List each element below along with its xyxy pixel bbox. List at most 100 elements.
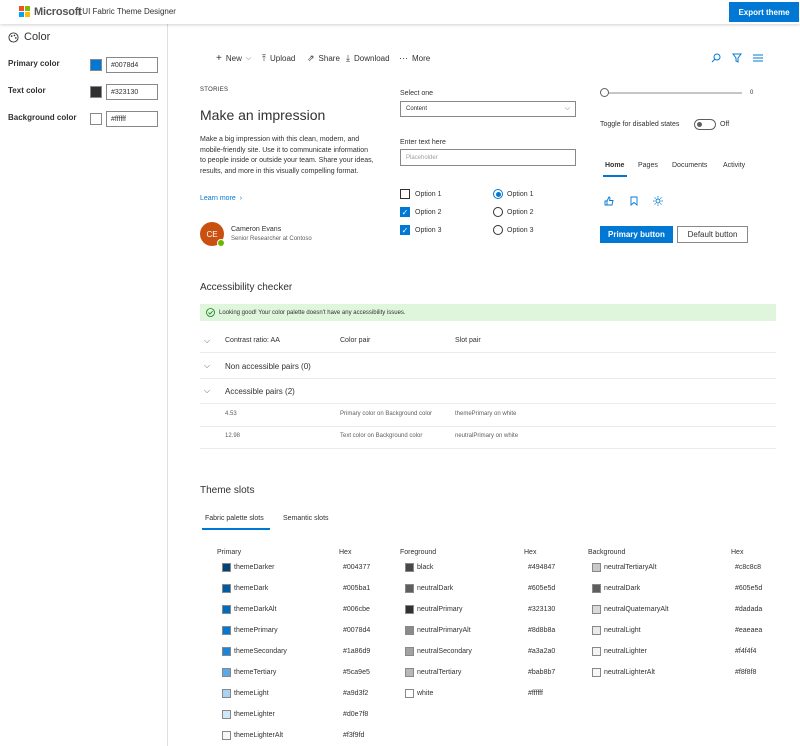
story-body: Make a big impression with this clean, m… xyxy=(200,136,374,175)
checkmark-icon: ✓ xyxy=(401,225,409,235)
background-column-header: Background xyxy=(588,549,626,556)
chevron-down-icon[interactable]: ⌵ xyxy=(204,386,210,396)
text-color-input[interactable]: #323130 xyxy=(106,84,158,100)
upload-icon: ⤒ xyxy=(262,53,266,63)
chevron-down-icon[interactable]: ⌵ xyxy=(204,361,210,371)
tab-semantic-slots[interactable]: Semantic slots xyxy=(283,515,329,522)
slot-hex: #f4f4f4 xyxy=(735,648,757,655)
brightness-icon[interactable] xyxy=(653,196,663,206)
background-color-label: Background color xyxy=(8,113,77,122)
slot-hex: #d0e7f8 xyxy=(343,711,369,718)
divider xyxy=(200,378,776,379)
slider-thumb[interactable] xyxy=(600,88,609,97)
checkmark-icon: ✓ xyxy=(401,207,409,217)
slot-swatch xyxy=(222,626,231,635)
brand-name: Microsoft xyxy=(34,6,82,18)
hamburger-icon[interactable] xyxy=(753,54,763,62)
col-slot-pair[interactable]: Slot pair xyxy=(455,337,481,344)
slot-hex: #eaeaea xyxy=(735,627,763,634)
export-theme-button[interactable]: Export theme xyxy=(729,2,799,22)
text-field-label: Enter text here xyxy=(400,139,446,146)
share-command[interactable]: ⇗ Share xyxy=(307,53,340,64)
slider-track[interactable] xyxy=(604,92,742,94)
slot-name: neutralTertiary xyxy=(417,669,462,676)
slot-swatch xyxy=(222,731,231,740)
radio-option-2[interactable] xyxy=(493,207,503,217)
tab-documents[interactable]: Documents xyxy=(672,162,707,169)
tab-home[interactable]: Home xyxy=(605,162,624,169)
slot-swatch xyxy=(405,668,414,677)
slot-hex: #0078d4 xyxy=(343,627,371,634)
checkbox-option-3[interactable]: ✓ xyxy=(400,225,410,235)
slot-name: neutralQuaternaryAlt xyxy=(604,606,669,613)
slot-swatch xyxy=(405,689,414,698)
text-color-label: Text color xyxy=(8,86,46,95)
download-label: Download xyxy=(353,54,390,63)
radio-option-3[interactable] xyxy=(493,225,503,235)
checkmark-circle-icon xyxy=(206,308,215,317)
slot-name: themeDarkAlt xyxy=(234,606,277,613)
primary-color-input[interactable]: #0078d4 xyxy=(106,57,158,73)
download-command[interactable]: ⤓ Download xyxy=(346,53,390,64)
background-color-swatch[interactable] xyxy=(90,113,102,125)
toggle-state: Off xyxy=(720,121,730,128)
divider xyxy=(200,448,776,449)
divider xyxy=(200,352,776,353)
col-color-pair[interactable]: Color pair xyxy=(340,337,370,344)
tab-pages[interactable]: Pages xyxy=(638,162,658,169)
slot-hex: #dadada xyxy=(735,606,763,613)
filter-icon[interactable] xyxy=(732,53,742,63)
accessibility-title: Accessibility checker xyxy=(200,282,293,293)
learn-more-link[interactable]: Learn more › xyxy=(200,195,242,202)
background-color-input[interactable]: #ffffff xyxy=(106,111,158,127)
row-1-pair: Primary color on Background color xyxy=(340,411,433,417)
search-icon[interactable] xyxy=(711,53,721,63)
primary-color-swatch[interactable] xyxy=(90,59,102,71)
group-accessible[interactable]: Accessible pairs (2) xyxy=(225,387,295,396)
row-1-slot: themePrimary on white xyxy=(455,411,517,417)
tab-home-underline xyxy=(603,175,627,177)
slot-swatch xyxy=(222,584,231,593)
checkbox-option-2[interactable]: ✓ xyxy=(400,207,410,217)
download-icon: ⤓ xyxy=(346,53,350,63)
chevron-down-icon: ⌵ xyxy=(245,54,252,62)
checkbox-option-1[interactable] xyxy=(400,189,410,199)
slot-name: neutralTertiaryAlt xyxy=(604,564,657,571)
primary-color-label: Primary color xyxy=(8,59,60,68)
group-non-accessible[interactable]: Non accessible pairs (0) xyxy=(225,362,311,371)
dropdown-label: Select one xyxy=(400,90,434,97)
slot-swatch xyxy=(592,647,601,656)
select-dropdown[interactable]: Content ⌵ xyxy=(400,101,576,117)
slot-name: white xyxy=(417,690,434,697)
col-contrast-ratio[interactable]: Contrast ratio: AA xyxy=(225,337,280,344)
radio-label-1: Option 1 xyxy=(507,191,534,198)
new-command[interactable]: + New ⌵ xyxy=(216,53,251,64)
slot-hex: #c8c8c8 xyxy=(735,564,762,571)
text-color-swatch[interactable] xyxy=(90,86,102,98)
slot-hex: #bab8b7 xyxy=(528,669,556,676)
row-2-slot: neutralPrimary on white xyxy=(455,433,519,439)
tab-activity[interactable]: Activity xyxy=(723,162,745,169)
upload-command[interactable]: ⤒ Upload xyxy=(262,53,295,64)
primary-button[interactable]: Primary button xyxy=(600,226,673,243)
success-banner: Looking good! Your color palette doesn't… xyxy=(200,304,776,321)
slot-name: themeLighter xyxy=(234,711,275,718)
divider xyxy=(200,426,776,427)
plus-icon: + xyxy=(216,53,222,64)
chevron-down-icon[interactable]: ⌵ xyxy=(204,336,210,346)
hex-column-header: Hex xyxy=(731,549,744,556)
persona-name: Cameron Evans xyxy=(231,226,282,233)
default-button[interactable]: Default button xyxy=(677,226,748,243)
radio-option-1[interactable] xyxy=(493,189,503,199)
slot-name: neutralLight xyxy=(604,627,641,634)
toggle-switch[interactable] xyxy=(694,119,716,130)
slot-swatch xyxy=(405,605,414,614)
slot-hex: #323130 xyxy=(528,606,556,613)
slot-swatch xyxy=(592,668,601,677)
more-command[interactable]: ··· More xyxy=(399,53,430,63)
share-label: Share xyxy=(318,54,340,63)
tab-fabric-palette-slots[interactable]: Fabric palette slots xyxy=(205,515,264,522)
like-icon[interactable] xyxy=(604,196,614,206)
text-input[interactable]: Placeholder xyxy=(400,149,576,166)
bookmark-icon[interactable] xyxy=(630,196,638,206)
